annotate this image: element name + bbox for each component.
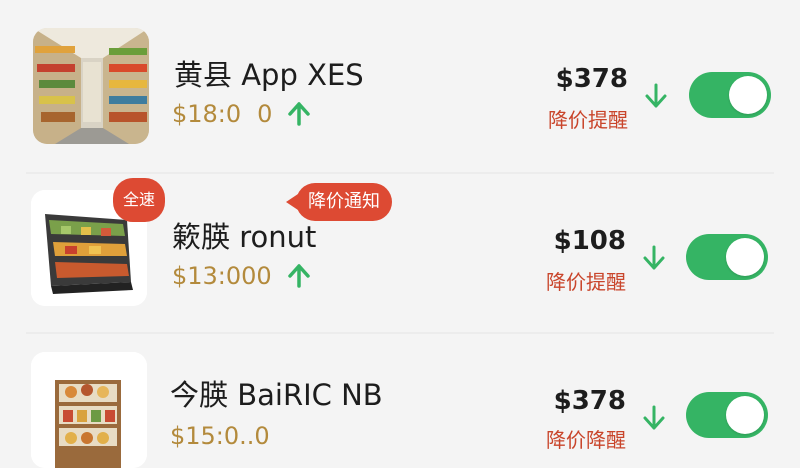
divider <box>26 332 774 334</box>
price-alert-toggle[interactable] <box>689 72 771 118</box>
toggle-knob <box>726 238 764 276</box>
subprice-value: $15:0..0 <box>170 422 270 450</box>
current-price: $378 <box>553 386 626 416</box>
price-alert-label: 降价降醒 <box>546 428 626 452</box>
toggle-knob <box>729 76 767 114</box>
current-price: $108 <box>553 226 626 256</box>
product-title: 簌朠 ronut <box>172 220 317 254</box>
product-subprice: $15:0..0 <box>170 422 270 450</box>
bubble-label: 降价通知 <box>308 191 380 212</box>
price-alert-label: 降价提醒 <box>546 270 626 294</box>
product-thumbnail[interactable] <box>33 28 149 144</box>
status-badge: 全速 <box>113 178 165 222</box>
price-alert-toggle[interactable] <box>686 234 768 280</box>
subprice-extra: 0 <box>257 100 273 128</box>
arrow-down-icon <box>643 405 665 430</box>
bubble-tail <box>286 194 298 210</box>
arrow-up-icon <box>288 102 311 126</box>
divider <box>26 172 774 174</box>
product-thumbnail[interactable] <box>31 352 147 468</box>
price-alert-label: 降价提醒 <box>548 108 628 132</box>
product-subprice: $18:0 0 <box>172 100 311 128</box>
subprice-value: $13:000 <box>172 262 272 290</box>
price-alert-toggle[interactable] <box>686 392 768 438</box>
arrow-down-icon <box>643 245 665 270</box>
product-subprice: $13:000 <box>172 262 310 290</box>
subprice-value: $18:0 <box>172 100 242 128</box>
toggle-knob <box>726 396 764 434</box>
current-price: $378 <box>555 64 628 94</box>
arrow-up-icon <box>287 264 310 288</box>
product-title: 今朠 BaiRIC NB <box>170 378 383 412</box>
arrow-down-icon <box>645 83 667 108</box>
product-title: 黄县 App XES <box>174 58 364 92</box>
